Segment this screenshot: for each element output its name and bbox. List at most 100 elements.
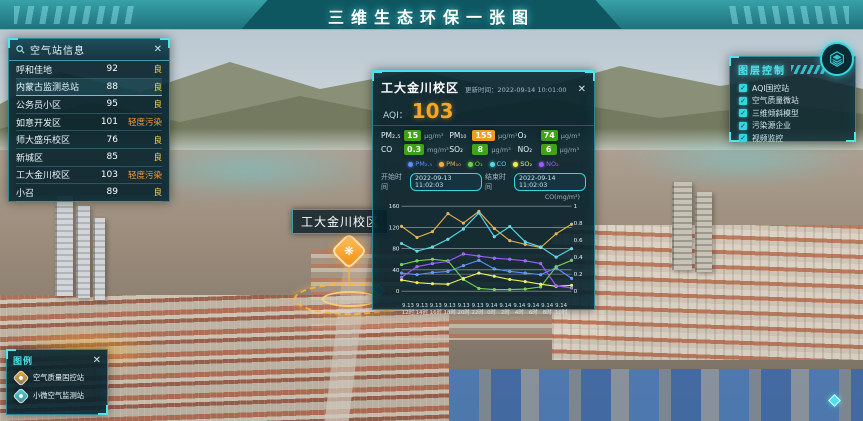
station-name: 新城区 xyxy=(16,151,94,164)
end-time-label: 结束时间 xyxy=(485,172,511,192)
chart-legend-item[interactable]: O₃ xyxy=(468,160,483,168)
pollutant-item: PM₁₀155μg/m³ xyxy=(449,130,517,141)
update-time: 更新时间：2022-09-14 10:01:00 xyxy=(465,84,572,94)
layer-item-label: 污染源企业 xyxy=(752,120,791,131)
station-marker-legend-icon xyxy=(13,388,30,405)
pollutant-value-badge: 6 xyxy=(541,144,557,155)
legend-item: 空气质量国控站 xyxy=(7,369,107,387)
chart-legend-item[interactable]: CO xyxy=(490,160,507,168)
checkbox-checked-icon[interactable]: ✓ xyxy=(739,84,747,92)
station-list-item[interactable]: 新城区85良 xyxy=(16,149,162,167)
legend-header: 图例 ✕ xyxy=(7,350,107,369)
station-marker-legend-icon xyxy=(13,370,30,387)
pollutant-unit: mg/m³ xyxy=(427,146,449,154)
station-list-item[interactable]: 小召89良 xyxy=(16,184,162,202)
station-aqi-value: 85 xyxy=(94,152,118,162)
map-legend-panel: 图例 ✕ 空气质量国控站小微空气监测站 xyxy=(6,349,108,415)
station-aqi-value: 101 xyxy=(94,117,118,127)
header-bar: 三维生态环保一张图 xyxy=(0,0,863,30)
svg-text:0.4: 0.4 xyxy=(574,255,583,261)
pollutant-unit: μg/m³ xyxy=(498,132,517,140)
layer-item-label: 三维倾斜模型 xyxy=(752,108,799,119)
x-axis-label: 9.142时 xyxy=(498,303,512,317)
legend-dot-icon xyxy=(468,162,473,167)
legend-label: NO₂ xyxy=(546,160,559,168)
pollutant-item: CO0.3mg/m³ xyxy=(381,144,449,155)
aqi-value: 103 xyxy=(412,99,454,123)
x-axis-label: 9.1314时 xyxy=(415,303,429,317)
checkbox-checked-icon[interactable]: ✓ xyxy=(739,97,747,105)
checkbox-checked-icon[interactable]: ✓ xyxy=(739,122,747,130)
layer-panel-title: 图层控制 xyxy=(738,62,786,77)
aqi-readout: AQI： 103 xyxy=(373,99,594,126)
station-list-item[interactable]: 呼和佳地92良 xyxy=(16,61,162,79)
legend-label: SO₂ xyxy=(520,160,532,168)
popup-header: 工大金川校区 更新时间：2022-09-14 10:01:00 ✕ xyxy=(373,72,594,99)
close-icon[interactable]: ✕ xyxy=(93,356,101,366)
station-name: 如意开发区 xyxy=(16,116,94,129)
station-aqi-level: 良 xyxy=(118,98,162,110)
station-aqi-value: 88 xyxy=(94,82,118,92)
x-axis-label: 9.144时 xyxy=(512,303,526,317)
pollutant-name: PM₁₀ xyxy=(449,131,469,140)
pollutant-value-badge: 0.3 xyxy=(404,144,424,155)
checkbox-checked-icon[interactable]: ✓ xyxy=(739,134,747,142)
legend-items: 空气质量国控站小微空气监测站 xyxy=(7,369,107,405)
station-aqi-level: 轻度污染 xyxy=(118,169,162,181)
station-list-item[interactable]: 工大金川校区103轻度污染 xyxy=(16,167,162,185)
station-aqi-value: 103 xyxy=(94,170,118,180)
chart-legend-item[interactable]: PM₁₀ xyxy=(439,160,461,168)
legend-label: PM₁₀ xyxy=(446,160,461,168)
marker-glyph: ❋ xyxy=(344,245,354,257)
layer-item[interactable]: ✓视频监控 xyxy=(739,132,846,145)
layer-list: ✓AQI国控站✓空气质量微站✓三维倾斜模型✓污染源企业✓视频监控 xyxy=(730,79,855,148)
layer-item[interactable]: ✓空气质量微站 xyxy=(739,95,846,108)
layers-icon[interactable] xyxy=(820,42,854,76)
x-axis-label: 9.1316时 xyxy=(429,303,443,317)
chart-canvas: 0408012016000.20.40.60.81 xyxy=(379,201,588,299)
tower-building xyxy=(672,182,692,270)
x-axis-label: 9.1410时 xyxy=(554,303,568,317)
legend-title: 图例 xyxy=(13,354,93,367)
svg-text:0.6: 0.6 xyxy=(574,238,583,244)
chart-legend-item[interactable]: PM₂.₅ xyxy=(408,160,432,168)
svg-text:0.8: 0.8 xyxy=(574,221,583,227)
layer-item[interactable]: ✓AQI国控站 xyxy=(739,82,846,95)
station-list-item[interactable]: 公务员小区95良 xyxy=(16,96,162,114)
end-time-input[interactable]: 2022-09-14 11:02:03 xyxy=(514,173,586,191)
svg-text:0: 0 xyxy=(574,289,578,295)
layer-item[interactable]: ✓ 三维倾斜模型 xyxy=(739,107,846,120)
legend-dot-icon xyxy=(513,162,518,167)
legend-label: CO xyxy=(497,160,507,168)
station-list-item[interactable]: 如意开发区101轻度污染 xyxy=(16,114,162,132)
station-aqi-level: 良 xyxy=(118,186,162,198)
x-axis-label: 9.1320时 xyxy=(457,303,471,317)
close-icon[interactable]: ✕ xyxy=(578,85,586,95)
svg-text:160: 160 xyxy=(389,204,400,210)
svg-text:120: 120 xyxy=(389,225,400,231)
x-axis-label: 9.1312时 xyxy=(401,303,415,317)
station-list-item[interactable]: 内蒙古监测总站88良 xyxy=(16,79,162,97)
legend-item-label: 小微空气监测站 xyxy=(33,391,84,401)
pollutant-item: O₃74μg/m³ xyxy=(518,130,586,141)
pollutant-unit: μg/m³ xyxy=(424,132,443,140)
station-name: 小召 xyxy=(16,186,94,199)
legend-dot-icon xyxy=(408,162,413,167)
station-aqi-level: 良 xyxy=(118,63,162,75)
start-time-input[interactable]: 2022-09-13 11:02:03 xyxy=(410,173,482,191)
legend-item: 小微空气监测站 xyxy=(7,387,107,405)
svg-text:40: 40 xyxy=(392,268,400,274)
layer-item[interactable]: ✓ 污染源企业 xyxy=(739,120,846,133)
checkbox-checked-icon[interactable]: ✓ xyxy=(739,109,747,117)
app-root: 工大金川校区 ❋ 三维生态环保一张图 空气站信息 ✕ 呼和佳地92良内蒙古监测总… xyxy=(0,0,863,421)
chart-legend-item[interactable]: SO₂ xyxy=(513,160,532,168)
station-aqi-level: 良 xyxy=(118,81,162,93)
tower-building xyxy=(93,218,105,300)
chart-legend-item[interactable]: NO₂ xyxy=(539,160,559,168)
pollutant-item: NO₂6μg/m³ xyxy=(518,144,586,155)
x-axis-label: 9.140时 xyxy=(485,303,499,317)
station-list: 呼和佳地92良内蒙古监测总站88良公务员小区95良如意开发区101轻度污染师大盛… xyxy=(9,61,169,202)
hatch-decoration xyxy=(791,65,825,74)
pollutant-name: PM₂.₅ xyxy=(381,131,401,140)
station-list-item[interactable]: 师大盛乐校区76良 xyxy=(16,131,162,149)
